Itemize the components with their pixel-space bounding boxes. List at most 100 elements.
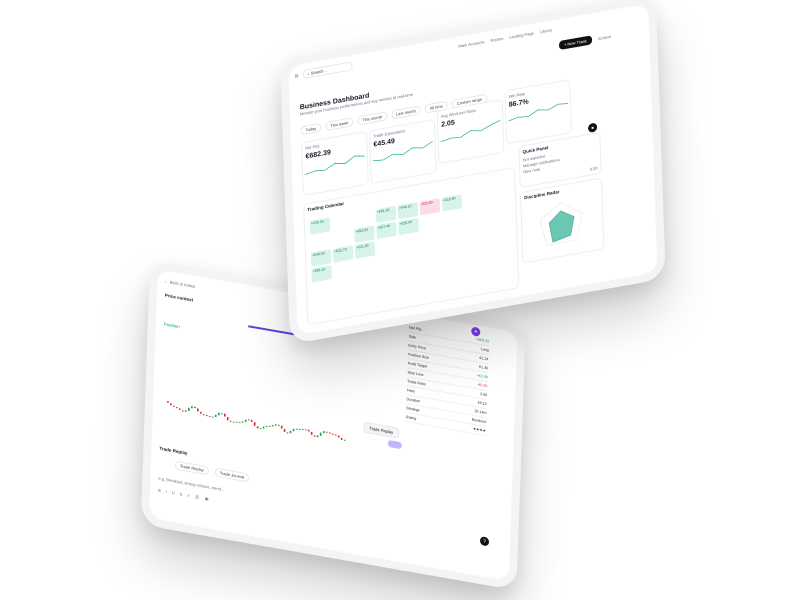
filter-this-week[interactable]: This week [325,117,354,132]
candle [229,420,232,422]
stat-value: €1.36 [479,364,489,371]
candle [217,412,220,416]
candle [334,434,337,436]
calendar-day[interactable]: +€37.40 [376,221,397,240]
stat-label: Net P&L [409,325,423,332]
candle [301,428,304,431]
help-icon[interactable]: ? [479,536,490,547]
calendar-day[interactable]: -€23.80 [419,198,441,216]
candle [271,424,274,427]
detail-tabs: Trade Replay Trade Journal [174,460,250,483]
calendar-day[interactable] [399,234,419,251]
candle [170,403,172,406]
price-chart [167,401,346,441]
search-input[interactable]: ⌕ Search... [302,61,353,80]
list-icon[interactable]: ≡ [187,493,190,498]
calendar-day[interactable] [421,230,441,247]
stat-label: Position Size [408,352,429,360]
tab-trade-journal[interactable]: Trade Journal [214,467,250,483]
sidebar-toggle-icon[interactable]: ▤ [295,73,299,79]
calendar-day[interactable]: +€44.10 [397,201,419,220]
calendar-day[interactable] [443,226,463,243]
calendar-day[interactable] [377,238,397,255]
candle [289,430,292,434]
stat-label: Entry Price [408,343,427,351]
underline-icon[interactable]: U [172,490,175,495]
calendar-day[interactable]: +€31.80 [354,241,376,259]
stat-label: Trade Ratio [407,379,426,387]
account-select[interactable]: Main Accounts [458,39,484,49]
filter-last-month[interactable]: Last month [390,105,421,120]
stat-value: 3.00 [480,391,488,398]
calendar-day[interactable] [420,214,440,231]
replay-toggle[interactable] [387,439,403,450]
candle [175,406,178,409]
price-context-section: Price context [164,292,194,303]
candle [313,435,316,437]
trade-replay-chip[interactable]: Trade Replay [363,421,400,439]
calendar-day[interactable]: +€18.90 [441,194,463,212]
candle [274,424,277,426]
candle [199,411,202,414]
italic-icon[interactable]: I [166,489,167,494]
candle [202,414,205,416]
stat-value: ★★★★ [472,426,486,433]
candle [247,419,250,421]
calendar-day[interactable]: +€61.20 [375,205,397,224]
calendar-day[interactable] [354,210,374,227]
calendar-day[interactable]: +€52.60 [354,225,375,243]
candle [250,419,253,422]
candle [223,413,226,417]
tablet-dashboard: ▤ ⌕ Search... Main Accounts Rooms Landin… [280,0,666,345]
candle [244,419,247,423]
candle [181,410,184,412]
calendar-day[interactable]: +€40.50 [310,249,332,267]
candle [238,421,241,424]
kpi-trade-expectancy: Trade Expectancy €45.49 [368,118,437,185]
calendar-day[interactable] [310,233,330,250]
bold-icon[interactable]: B [158,488,161,493]
filter-today[interactable]: Today [300,122,322,136]
candle [211,416,214,418]
stat-value: +€2.08 [476,373,488,380]
candle [331,433,334,435]
candle [292,428,295,432]
stat-label: Side [408,334,417,340]
calendar-day[interactable] [332,214,352,231]
calendar-day[interactable]: +€35.30 [309,217,331,235]
candle [256,426,259,429]
candle [173,405,175,407]
stat-label: Rating [405,414,417,421]
calendar-day[interactable]: +€22.70 [332,245,354,263]
candle [340,437,343,441]
candle [307,429,310,432]
nav-library[interactable]: Library [540,27,552,34]
stat-label: Stop Loss [407,370,424,378]
new-trade-button[interactable]: + New Trade [558,35,592,51]
candle [286,432,289,434]
nav-landing-page[interactable]: Landing Page [509,30,534,39]
candle [277,424,280,426]
calendar-day[interactable] [332,229,352,246]
stat-label: Duration [406,397,421,404]
strike-icon[interactable]: S [180,491,183,496]
link-icon[interactable]: ⛓ [195,494,200,500]
candle [319,432,322,437]
stat-value: +€68.22 [475,337,490,344]
search-icon: ⌕ [307,70,310,77]
candle [196,408,199,412]
candle [187,407,190,412]
archive-button[interactable]: Archive [598,34,612,41]
candle [205,414,208,417]
calendar-day[interactable] [442,210,462,227]
filter-this-month[interactable]: This month [357,111,388,126]
nav-rooms[interactable]: Rooms [490,36,503,43]
calendar-day[interactable]: +€29.00 [398,217,419,236]
candle [232,421,235,423]
discipline-radar-card: Discipline Radar [519,177,605,264]
back-link[interactable]: ‹ Back to trades [165,279,195,289]
stat-value: -€0.35 [477,382,488,389]
image-icon[interactable]: ▣ [205,496,209,502]
tab-trade-replay[interactable]: Trade Replay [174,460,209,476]
chat-icon[interactable]: ● [587,122,598,133]
